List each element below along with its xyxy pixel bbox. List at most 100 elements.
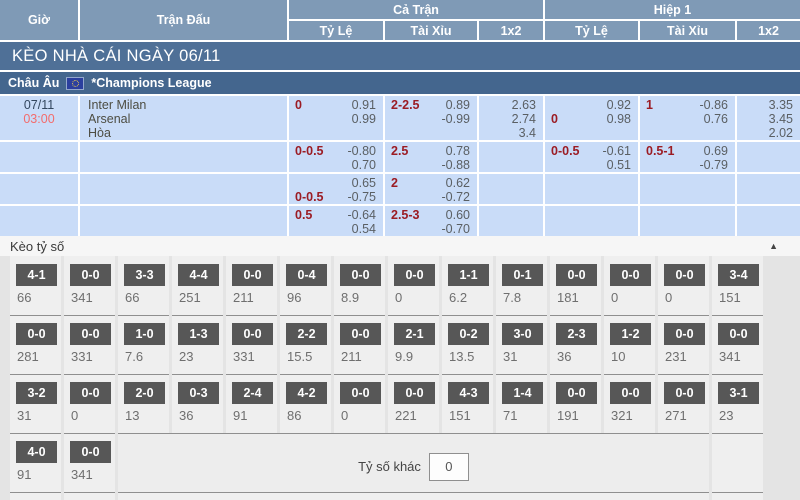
odds-cell-h1-overunder-r0[interactable]: 1-0.860.76 — [640, 96, 735, 140]
odds-cell-ft-handicap-r0[interactable]: 00.910.99 — [289, 96, 383, 140]
score-cell[interactable]: 0-0341 — [712, 315, 763, 374]
score-cell[interactable]: 0-08.9 — [334, 256, 385, 315]
score-cell[interactable]: 1-471 — [496, 374, 547, 433]
score-cell[interactable]: 2-013 — [118, 374, 169, 433]
score-cell[interactable]: 1-16.2 — [442, 256, 493, 315]
score-cell[interactable]: 2-19.9 — [388, 315, 439, 374]
odds-cell-ft-overunder-r2[interactable]: 20.62-0.72 — [385, 174, 477, 204]
score-label: 2-2 — [286, 323, 327, 345]
score-cell-partial[interactable] — [64, 492, 115, 500]
odds-cell-h1-1x2-r3[interactable] — [737, 206, 800, 236]
score-odds: 0 — [341, 408, 385, 423]
score-cell[interactable]: 0-496 — [280, 256, 331, 315]
odds-cell-ft-1x2-r2[interactable] — [479, 174, 543, 204]
score-cell[interactable]: 0-0341 — [64, 256, 115, 315]
score-label: 3-3 — [124, 264, 165, 286]
odds-line: 2.74 — [479, 112, 543, 126]
score-cell[interactable]: 2-215.5 — [280, 315, 331, 374]
score-cell[interactable]: 0-0191 — [550, 374, 601, 433]
score-cell[interactable]: 3-4151 — [712, 256, 763, 315]
odds-cell-ft-overunder-r0[interactable]: 2-2.50.89-0.99 — [385, 96, 477, 140]
score-cell[interactable]: 0-0211 — [226, 256, 277, 315]
score-cell[interactable]: 0-0181 — [550, 256, 601, 315]
score-odds: 66 — [17, 290, 61, 305]
team-name: Inter Milan — [80, 98, 287, 112]
score-label: 3-2 — [16, 382, 57, 404]
other-score-input[interactable] — [429, 453, 469, 481]
score-cell[interactable]: 0-0211 — [334, 315, 385, 374]
score-cell[interactable]: 1-07.6 — [118, 315, 169, 374]
odds-cell-h1-handicap-r2[interactable] — [545, 174, 638, 204]
score-cell[interactable]: 0-00 — [334, 374, 385, 433]
score-cell[interactable]: 0-0221 — [388, 374, 439, 433]
odds-cell-ft-1x2-r3[interactable] — [479, 206, 543, 236]
league-row[interactable]: Châu Âu *Champions League — [0, 72, 800, 94]
odds-cell-h1-handicap-r3[interactable] — [545, 206, 638, 236]
score-cell[interactable]: 0-213.5 — [442, 315, 493, 374]
odds-cell-h1-handicap-r0[interactable]: 0.9200.98 — [545, 96, 638, 140]
score-cell[interactable]: 0-0331 — [226, 315, 277, 374]
score-cell[interactable]: 4-091 — [10, 433, 61, 492]
match-date: 07/11 — [0, 98, 78, 112]
table-header: Giờ Trận Đấu Cả Trận Hiệp 1 Tỷ Lệ Tài Xỉ… — [0, 0, 800, 40]
score-cell[interactable]: 4-286 — [280, 374, 331, 433]
odds-cell-h1-1x2-r1[interactable] — [737, 142, 800, 172]
score-cell[interactable]: 4-4251 — [172, 256, 223, 315]
score-cell[interactable]: 0-0321 — [604, 374, 655, 433]
score-odds: 7.6 — [125, 349, 169, 364]
odds-cell-h1-1x2-r0[interactable]: 3.353.452.02 — [737, 96, 800, 140]
score-cell[interactable]: 3-123 — [712, 374, 763, 433]
handicap-label: 2 — [391, 176, 398, 190]
odds-cell-ft-handicap-r3[interactable]: 0.5-0.640.54 — [289, 206, 383, 236]
score-cell[interactable]: 1-323 — [172, 315, 223, 374]
score-cell[interactable]: 0-17.8 — [496, 256, 547, 315]
score-cell[interactable]: 0-336 — [172, 374, 223, 433]
odds-cell-ft-overunder-r1[interactable]: 2.50.78-0.88 — [385, 142, 477, 172]
odds-value: 0.54 — [352, 222, 376, 236]
odds-cell-ft-overunder-r3[interactable]: 2.5-30.60-0.70 — [385, 206, 477, 236]
score-odds: 211 — [341, 349, 385, 364]
score-cell-partial[interactable] — [10, 492, 61, 500]
score-cell[interactable]: 1-210 — [604, 315, 655, 374]
score-cell[interactable]: 0-0281 — [10, 315, 61, 374]
score-cell[interactable]: 4-166 — [10, 256, 61, 315]
score-cell[interactable]: 0-0341 — [64, 433, 115, 492]
odds-cell-ft-1x2-r0[interactable]: 2.632.743.4 — [479, 96, 543, 140]
score-cell[interactable]: 2-336 — [550, 315, 601, 374]
odds-value: 0.51 — [607, 158, 631, 172]
odds-value: -0.70 — [442, 222, 471, 236]
score-cell[interactable]: 2-491 — [226, 374, 277, 433]
odds-cell-h1-overunder-r2[interactable] — [640, 174, 735, 204]
score-cell[interactable]: 0-0271 — [658, 374, 709, 433]
score-cell[interactable]: 0-00 — [64, 374, 115, 433]
score-cell[interactable]: 3-366 — [118, 256, 169, 315]
odds-cell-h1-overunder-r3[interactable] — [640, 206, 735, 236]
score-cell[interactable]: 3-231 — [10, 374, 61, 433]
score-odds: 341 — [71, 467, 115, 482]
score-cell[interactable]: 0-0231 — [658, 315, 709, 374]
score-cell[interactable]: 0-00 — [658, 256, 709, 315]
match-cell[interactable]: Inter MilanArsenalHòa — [80, 96, 287, 140]
odds-cell-h1-overunder-r1[interactable]: 0.5-10.69-0.79 — [640, 142, 735, 172]
score-label: 0-0 — [232, 264, 273, 286]
score-odds: 36 — [557, 349, 601, 364]
score-cell[interactable]: 4-3151 — [442, 374, 493, 433]
odds-cell-ft-handicap-r2[interactable]: 0.650-0.5-0.75 — [289, 174, 383, 204]
score-label: 4-1 — [16, 264, 57, 286]
odds-cell-h1-handicap-r1[interactable]: 0-0.5-0.610.51 — [545, 142, 638, 172]
score-odds: 321 — [611, 408, 655, 423]
collapse-icon[interactable]: ▲ — [769, 241, 778, 251]
score-cell[interactable]: 0-00 — [604, 256, 655, 315]
score-cell[interactable]: 0-0331 — [64, 315, 115, 374]
score-cell[interactable]: 0-00 — [388, 256, 439, 315]
score-cell[interactable]: 3-031 — [496, 315, 547, 374]
odds-value: -0.64 — [348, 208, 377, 222]
odds-cell-ft-handicap-r1[interactable]: 0-0.5-0.800.70 — [289, 142, 383, 172]
handicap-label: 2.5-3 — [391, 208, 420, 222]
odds-table: Giờ Trận Đấu Cả Trận Hiệp 1 Tỷ Lệ Tài Xỉ… — [0, 0, 800, 236]
score-odds: 231 — [665, 349, 709, 364]
score-odds: 6.2 — [449, 290, 493, 305]
odds-line: 0.76 — [640, 112, 735, 126]
odds-cell-ft-1x2-r1[interactable] — [479, 142, 543, 172]
odds-cell-h1-1x2-r2[interactable] — [737, 174, 800, 204]
